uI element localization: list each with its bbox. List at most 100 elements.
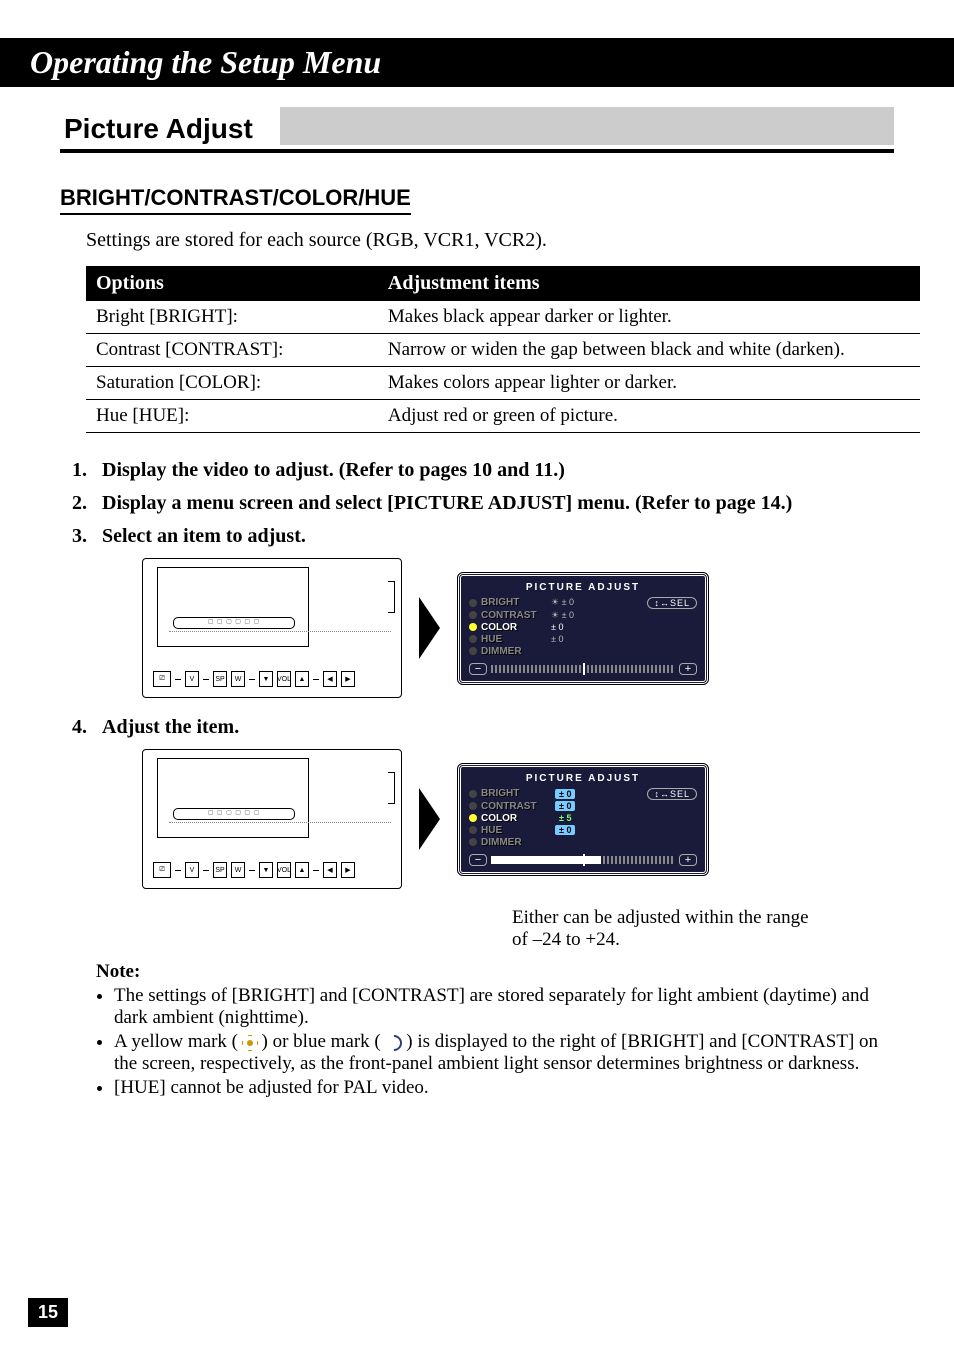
osd-title: PICTURE ADJUST xyxy=(469,773,697,784)
osd-plus-icon: + xyxy=(679,854,697,866)
osd-item-value: ☀ ± 0 xyxy=(551,597,574,608)
osd-sel-badge: ↕↔SEL xyxy=(647,597,697,609)
panel-button: ▶ xyxy=(341,862,355,878)
notes-list: The settings of [BRIGHT] and [CONTRAST] … xyxy=(114,985,894,1099)
osd-item-label: BRIGHT xyxy=(481,788,547,799)
step-text: Display a menu screen and select [PICTUR… xyxy=(102,492,792,514)
panel-button: ⎚ xyxy=(153,671,171,687)
osd-screen-select: PICTURE ADJUST BRIGHT ☀ ± 0 ↕↔SEL CONTRAS… xyxy=(458,573,708,684)
panel-button: ⎚ xyxy=(153,862,171,878)
triangle-arrow-icon xyxy=(420,598,440,658)
table-row: Contrast [CONTRAST]: Narrow or widen the… xyxy=(86,334,920,367)
panel-button: SP xyxy=(213,671,227,687)
osd-item-label: HUE xyxy=(481,634,547,645)
osd-item-label: DIMMER xyxy=(481,646,547,657)
step-item: Display the video to adjust. (Refer to p… xyxy=(72,459,894,482)
panel-button: ▼ xyxy=(259,862,273,878)
option-cell: Bright [BRIGHT]: xyxy=(86,301,378,334)
osd-item-label: CONTRAST xyxy=(481,610,547,621)
panel-bezel-icon: ▢ ▢ ▢ ▢ ▢ ▢ xyxy=(173,808,295,820)
osd-item-label: COLOR xyxy=(481,813,547,824)
item-cell: Adjust red or green of picture. xyxy=(378,400,920,433)
moon-icon xyxy=(382,1031,405,1054)
osd-plus-icon: + xyxy=(679,663,697,675)
osd-item-label: BRIGHT xyxy=(481,597,547,608)
triangle-arrow-icon xyxy=(420,789,440,849)
osd-item-value: ± 0 xyxy=(555,825,575,835)
panel-dotted-line-icon xyxy=(169,822,391,849)
table-row: Bright [BRIGHT]: Makes black appear dark… xyxy=(86,301,920,334)
osd-slider-bar: − + xyxy=(469,663,697,675)
range-caption: Either can be adjusted within the range … xyxy=(512,907,894,951)
osd-sel-badge: ↕↔SEL xyxy=(647,788,697,800)
chapter-title-bar: Operating the Setup Menu xyxy=(0,38,954,87)
panel-button: V xyxy=(185,862,199,878)
step-item: Adjust the item. ▢ ▢ ▢ ▢ ▢ ▢ ⎚ V SP W ▼ … xyxy=(72,716,894,951)
panel-button: ▶ xyxy=(341,671,355,687)
note-item: The settings of [BRIGHT] and [CONTRAST] … xyxy=(114,985,894,1029)
panel-button: ▲ xyxy=(295,671,309,687)
intro-text: Settings are stored for each source (RGB… xyxy=(86,229,894,252)
item-cell: Narrow or widen the gap between black an… xyxy=(378,334,920,367)
chapter-title: Operating the Setup Menu xyxy=(30,44,381,80)
panel-button: VOL xyxy=(277,671,291,687)
step-text: Display the video to adjust. (Refer to p… xyxy=(102,459,565,481)
step-item: Select an item to adjust. ▢ ▢ ▢ ▢ ▢ ▢ ⎚ … xyxy=(72,525,894,698)
step-item: Display a menu screen and select [PICTUR… xyxy=(72,492,894,515)
osd-item-value: ☀ ± 0 xyxy=(551,610,574,621)
osd-item-value: ± 0 xyxy=(555,789,575,799)
note-item: A yellow mark ( ) or blue mark ( ) is di… xyxy=(114,1031,894,1075)
osd-item-label: HUE xyxy=(481,825,547,836)
panel-bezel-icon: ▢ ▢ ▢ ▢ ▢ ▢ xyxy=(173,617,295,629)
osd-slider-bar: − + xyxy=(469,854,697,866)
panel-dotted-line-icon xyxy=(169,631,391,658)
osd-item-label: COLOR xyxy=(481,622,547,633)
osd-minus-icon: − xyxy=(469,854,487,866)
subsection-heading: BRIGHT/CONTRAST/COLOR/HUE xyxy=(60,185,411,215)
step-text: Select an item to adjust. xyxy=(102,525,306,547)
page-number: 15 xyxy=(28,1298,68,1327)
table-header-items: Adjustment items xyxy=(378,266,920,301)
steps-list: Display the video to adjust. (Refer to p… xyxy=(72,459,894,951)
item-cell: Makes black appear darker or lighter. xyxy=(378,301,920,334)
section-heading: Picture Adjust xyxy=(60,107,894,153)
osd-screen-adjust: PICTURE ADJUST BRIGHT ± 0 ↕↔SEL CONTRAST ±… xyxy=(458,764,708,875)
option-cell: Contrast [CONTRAST]: xyxy=(86,334,378,367)
osd-item-value: ± 0 xyxy=(551,622,563,632)
notes-heading: Note: xyxy=(96,961,894,983)
device-panel-illustration: ▢ ▢ ▢ ▢ ▢ ▢ ⎚ V SP W ▼ VOL ▲ ◀ ▶ xyxy=(142,558,402,698)
option-cell: Hue [HUE]: xyxy=(86,400,378,433)
panel-slot-icon xyxy=(388,581,395,613)
panel-button: VOL xyxy=(277,862,291,878)
options-table: Options Adjustment items Bright [BRIGHT]… xyxy=(86,266,920,433)
panel-button: ◀ xyxy=(323,671,337,687)
table-row: Hue [HUE]: Adjust red or green of pictur… xyxy=(86,400,920,433)
panel-button: ▼ xyxy=(259,671,273,687)
panel-button: ▲ xyxy=(295,862,309,878)
option-cell: Saturation [COLOR]: xyxy=(86,367,378,400)
table-row: Saturation [COLOR]: Makes colors appear … xyxy=(86,367,920,400)
osd-item-value: ± 5 xyxy=(555,813,575,823)
panel-button-row: ⎚ V SP W ▼ VOL ▲ ◀ ▶ xyxy=(153,671,391,687)
device-panel-illustration: ▢ ▢ ▢ ▢ ▢ ▢ ⎚ V SP W ▼ VOL ▲ ◀ ▶ xyxy=(142,749,402,889)
osd-item-value: ± 0 xyxy=(555,801,575,811)
item-cell: Makes colors appear lighter or darker. xyxy=(378,367,920,400)
table-header-options: Options xyxy=(86,266,378,301)
panel-button: W xyxy=(231,671,245,687)
panel-button: SP xyxy=(213,862,227,878)
subsection-title: BRIGHT/CONTRAST/COLOR/HUE xyxy=(60,185,411,210)
step-text: Adjust the item. xyxy=(102,716,239,738)
panel-button-row: ⎚ V SP W ▼ VOL ▲ ◀ ▶ xyxy=(153,862,391,878)
sun-icon xyxy=(243,1036,257,1050)
osd-item-label: DIMMER xyxy=(481,837,547,848)
panel-button: V xyxy=(185,671,199,687)
panel-slot-icon xyxy=(388,772,395,804)
section-title: Picture Adjust xyxy=(64,113,253,144)
osd-title: PICTURE ADJUST xyxy=(469,582,697,593)
osd-item-label: CONTRAST xyxy=(481,801,547,812)
note-item: [HUE] cannot be adjusted for PAL video. xyxy=(114,1077,894,1099)
osd-item-value: ± 0 xyxy=(551,634,563,644)
osd-minus-icon: − xyxy=(469,663,487,675)
panel-button: W xyxy=(231,862,245,878)
panel-button: ◀ xyxy=(323,862,337,878)
